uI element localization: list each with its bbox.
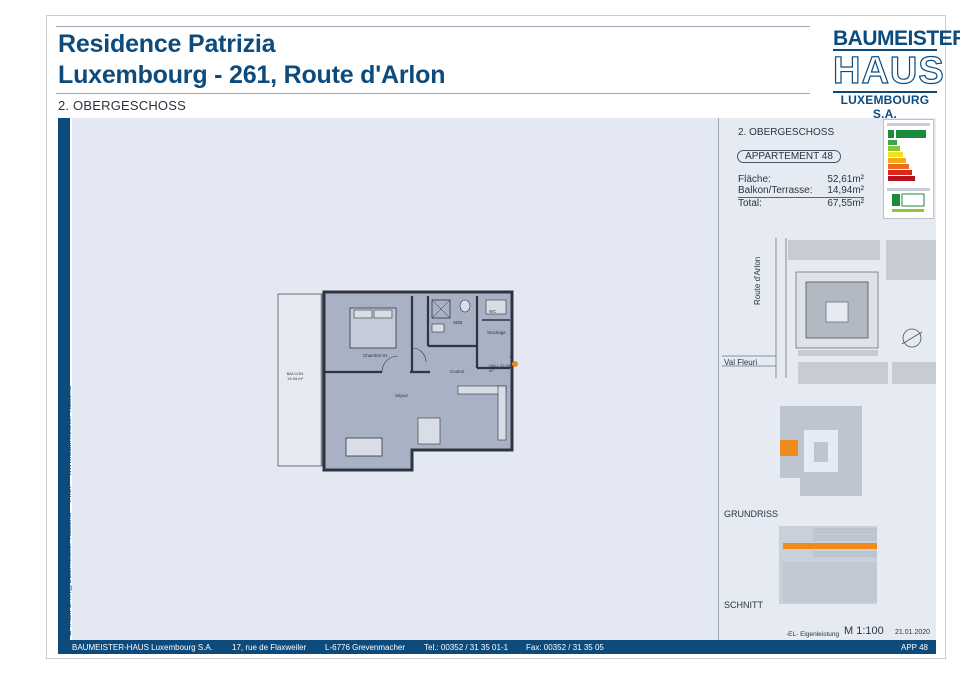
apartment-floor-plan [277, 290, 518, 472]
site-label-street: Route d'Arlon [753, 256, 762, 305]
room-label-sejour: Séjour [395, 393, 409, 398]
eigenleistung-note: -EL- Eigenleistung [786, 631, 840, 638]
footer-app-number: APP 48 [901, 643, 928, 652]
logo-line-2: HAUS [832, 50, 945, 93]
footer-street: 17, rue de Flaxweiler [232, 643, 307, 652]
site-label-val-fleuri: Val Fleuri [724, 358, 758, 367]
room-label-sdb: SDB [453, 320, 463, 325]
room-label-balcon: BALCON 14.94 m² [286, 371, 304, 381]
floor-label: 2. OBERGESCHOSS [58, 98, 186, 113]
drawing-date: 21.01.2020 [895, 629, 931, 636]
footer-city: L-6776 Grevenmacher [325, 643, 406, 652]
panel-floor: 2. OBERGESCHOSS [738, 127, 835, 138]
area-label: Total: [738, 198, 762, 209]
schnitt-label: SCHNITT [724, 600, 763, 610]
footer-company: BAUMEISTER-HAUS Luxembourg S.A. [72, 643, 213, 652]
logo-line-3: LUXEMBOURG S.A. [840, 93, 930, 121]
room-label-entree: HALL 22.48 m² [489, 363, 510, 373]
area-value: 14,94m² [827, 185, 864, 196]
company-logo: BAUMEISTER HAUS LUXEMBOURG S.A. [832, 27, 960, 121]
grundriss-label: GRUNDRISS [724, 509, 779, 519]
drawing-scale: M 1:100 [844, 625, 884, 637]
area-value: 52,61m² [827, 174, 864, 185]
energy-certificate-badge [883, 119, 934, 219]
project-title: Residence Patrizia [58, 30, 276, 58]
room-label-chambre: Chambre 01 [363, 353, 388, 358]
area-value: 67,55m² [827, 198, 864, 209]
room-label-wc: WC [489, 309, 497, 314]
area-label: Fläche: [738, 174, 771, 185]
header-rule-bottom [56, 93, 810, 94]
area-row-balkon: Balkon/Terrasse: 14,94m² [738, 185, 864, 198]
grundriss-key-plan [780, 406, 862, 496]
area-label: Balkon/Terrasse: [738, 185, 813, 196]
area-row-total: Total: 67,55m² [738, 198, 864, 210]
footer-tel: Tel.: 00352 / 31 35 01-1 [424, 643, 509, 652]
logo-line-1: BAUMEISTER [833, 27, 960, 51]
header-rule-top [56, 26, 810, 27]
apartment-badge: APPARTEMENT 48 [737, 150, 841, 163]
footer-fax: Fax: 00352 / 31 35 05 [526, 643, 604, 652]
room-label-couloir: Couloir [450, 369, 465, 374]
room-label-stockage: Stockage [487, 330, 506, 335]
project-address: Luxembourg - 261, Route d'Arlon [58, 61, 446, 89]
schnitt-key-section [779, 526, 877, 604]
